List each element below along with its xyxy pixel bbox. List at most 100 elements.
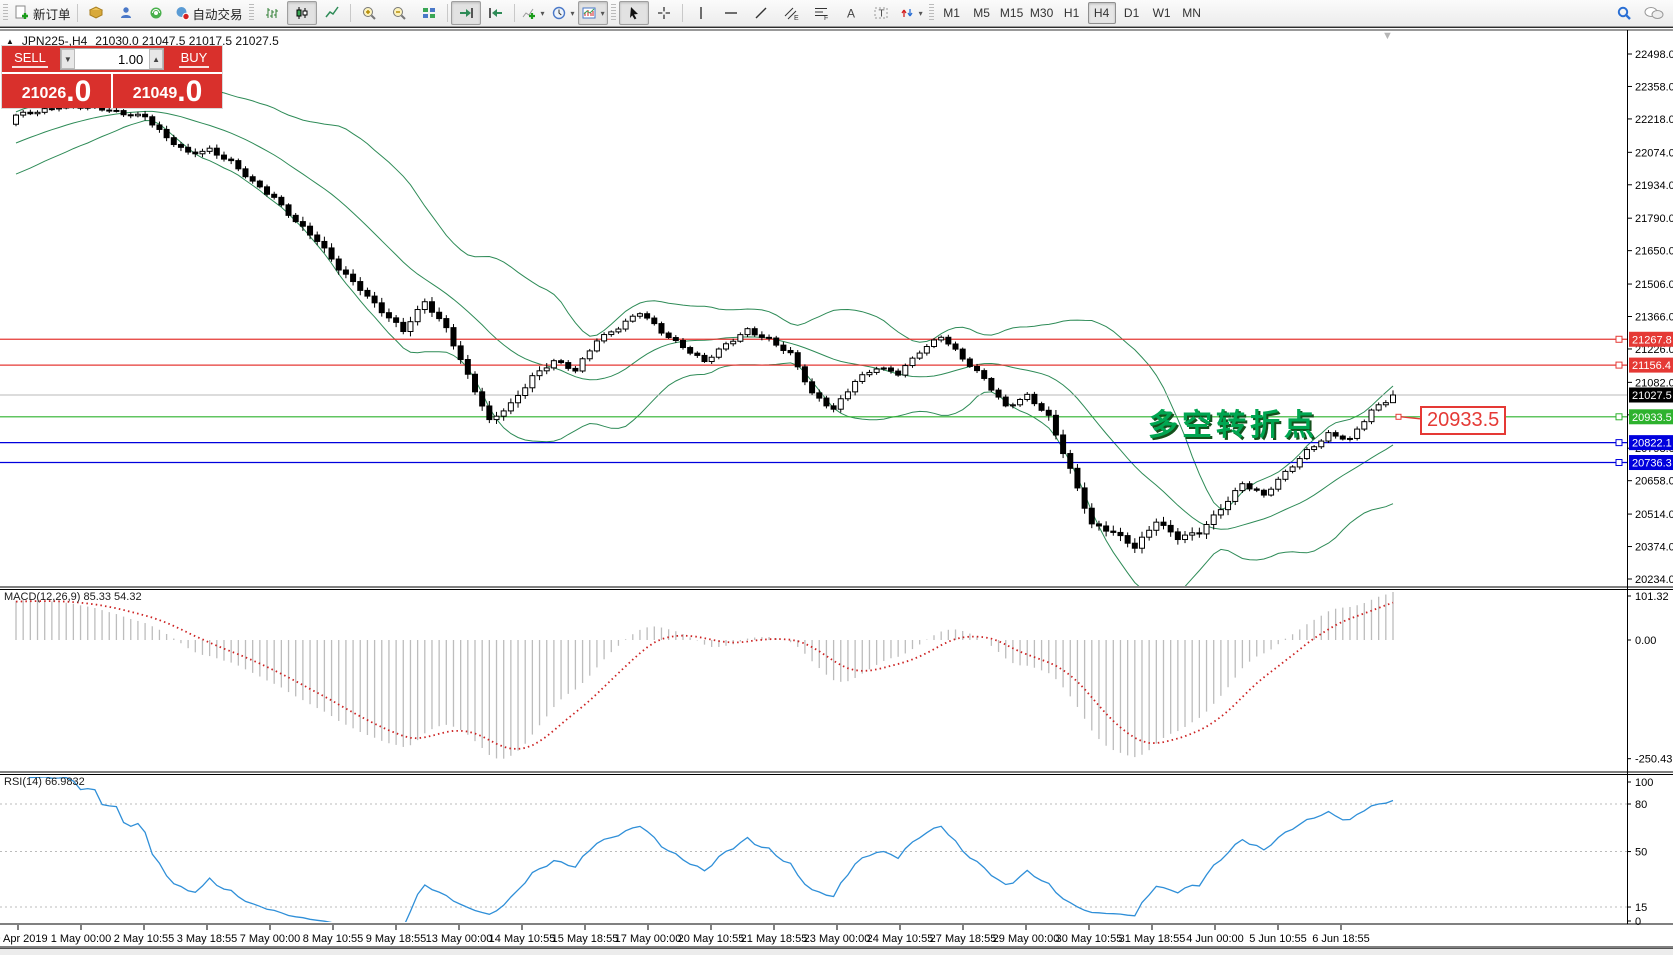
- text-label-icon: T: [874, 7, 888, 20]
- svg-text:-250.43: -250.43: [1635, 754, 1672, 766]
- text-label-button[interactable]: T: [866, 1, 896, 25]
- chart-shift-button[interactable]: [481, 1, 511, 25]
- timeframe-m5[interactable]: M5: [968, 2, 996, 24]
- templates-button[interactable]: ▾: [577, 1, 608, 25]
- price-annotation-box[interactable]: 20933.5: [1420, 406, 1507, 435]
- timeframe-w1[interactable]: W1: [1148, 2, 1176, 24]
- svg-text:20736.3: 20736.3: [1632, 458, 1672, 470]
- svg-text:20822.1: 20822.1: [1632, 438, 1672, 450]
- buy-price-panel[interactable]: 21049 .0: [113, 74, 222, 108]
- horizontal-line-button[interactable]: [716, 1, 746, 25]
- timeframe-m15[interactable]: M15: [998, 2, 1026, 24]
- timeframe-h1[interactable]: H1: [1058, 2, 1086, 24]
- svg-text:5 Jun 10:55: 5 Jun 10:55: [1249, 933, 1307, 945]
- svg-text:22218.0: 22218.0: [1635, 114, 1673, 126]
- chinese-annotation[interactable]: 多空转折点: [1148, 400, 1318, 444]
- svg-text:7 May 00:00: 7 May 00:00: [240, 933, 301, 945]
- buy-price-big-digit: .0: [177, 75, 203, 108]
- zoom-in-button[interactable]: [354, 1, 384, 25]
- svg-text:21934.0: 21934.0: [1635, 180, 1673, 192]
- svg-text:21506.0: 21506.0: [1635, 279, 1673, 291]
- crosshair-icon: [657, 7, 670, 19]
- autotrading-button[interactable]: 自动交易: [171, 1, 246, 25]
- svg-text:20 May 10:55: 20 May 10:55: [678, 933, 745, 945]
- svg-text:E: E: [794, 15, 799, 21]
- equidistant-channel-button[interactable]: E: [776, 1, 806, 25]
- chart-window: 22498.0 22358.0 22218.0 22074.0 21934.0 21790…: [0, 26, 1673, 955]
- svg-text:29 May 00:00: 29 May 00:00: [993, 933, 1060, 945]
- sell-price-big-digit: .0: [66, 75, 92, 108]
- zoom-in-icon: [362, 7, 376, 20]
- rsi-indicator-label: RSI(14) 66.9832: [4, 776, 85, 788]
- svg-text:1 May 00:00: 1 May 00:00: [51, 933, 112, 945]
- timeframe-h4[interactable]: H4: [1087, 2, 1116, 24]
- one-click-trade-panel: SELL ▼ ▲ BUY 21026 .0 21049 .0: [2, 46, 222, 108]
- svg-text:50: 50: [1635, 847, 1647, 859]
- svg-text:101.32: 101.32: [1635, 591, 1669, 603]
- indicators-button[interactable]: ▾: [518, 1, 548, 25]
- bar-chart-icon: [265, 8, 278, 18]
- trendline-button[interactable]: [746, 1, 776, 25]
- market-depth-button[interactable]: [81, 1, 111, 25]
- svg-text:21267.8: 21267.8: [1632, 334, 1672, 346]
- svg-text:24 May 10:55: 24 May 10:55: [867, 933, 934, 945]
- text-button[interactable]: A: [836, 1, 866, 25]
- new-order-icon: [15, 5, 28, 19]
- sell-price-panel[interactable]: 21026 .0: [2, 74, 113, 108]
- zoom-out-icon: [392, 7, 406, 20]
- timeframe-m30[interactable]: M30: [1028, 2, 1056, 24]
- timeframe-m1[interactable]: M1: [938, 2, 966, 24]
- svg-text:21650.0: 21650.0: [1635, 246, 1673, 258]
- svg-text:T: T: [878, 9, 884, 20]
- svg-text:20234.0: 20234.0: [1635, 574, 1673, 586]
- vertical-line-icon: [699, 7, 702, 19]
- buy-button[interactable]: BUY: [166, 46, 222, 72]
- volume-stepper: ▼ ▲: [60, 48, 164, 70]
- line-chart-button[interactable]: [317, 1, 347, 25]
- volume-input[interactable]: [74, 49, 150, 69]
- tile-windows-button[interactable]: [414, 1, 444, 25]
- fibonacci-button[interactable]: F: [806, 1, 836, 25]
- candlestick-icon: [296, 7, 308, 19]
- chart-canvas[interactable]: 22498.0 22358.0 22218.0 22074.0 21934.0 21790…: [0, 28, 1673, 954]
- zoom-out-button[interactable]: [384, 1, 414, 25]
- crosshair-button[interactable]: [649, 1, 679, 25]
- signals-button[interactable]: [141, 1, 171, 25]
- svg-text:31 May 18:55: 31 May 18:55: [1119, 933, 1186, 945]
- clock-icon: [552, 6, 565, 20]
- line-chart-icon: [324, 6, 339, 18]
- trendline-icon: [755, 7, 767, 19]
- svg-text:9 May 18:55: 9 May 18:55: [366, 933, 427, 945]
- fibonacci-icon: F: [814, 8, 828, 21]
- volume-up-button[interactable]: ▲: [149, 49, 163, 69]
- chevron-down-icon: ▾: [600, 8, 605, 18]
- timeframe-mn[interactable]: MN: [1178, 2, 1206, 24]
- auto-scroll-button[interactable]: [450, 1, 481, 25]
- periods-button[interactable]: ▾: [548, 1, 578, 25]
- autotrading-label: 自动交易: [192, 7, 243, 22]
- bar-chart-button[interactable]: [257, 1, 287, 25]
- macd-indicator-label: MACD(12,26,9) 85.33 54.32: [4, 591, 142, 603]
- search-icon[interactable]: [1616, 5, 1633, 22]
- svg-text:21366.0: 21366.0: [1635, 312, 1673, 324]
- svg-text:23 May 00:00: 23 May 00:00: [804, 933, 871, 945]
- cursor-button[interactable]: [618, 1, 649, 25]
- svg-text:0: 0: [1635, 916, 1641, 928]
- candlestick-chart-button[interactable]: [286, 1, 317, 25]
- svg-text:0.00: 0.00: [1635, 635, 1656, 647]
- new-order-label: 新订单: [33, 7, 71, 22]
- chat-icon[interactable]: [1643, 5, 1665, 21]
- sell-button[interactable]: SELL: [2, 46, 58, 72]
- vertical-line-button[interactable]: [686, 1, 716, 25]
- arrows-button[interactable]: ▾: [896, 1, 926, 25]
- timeframe-d1[interactable]: D1: [1118, 2, 1146, 24]
- indicators-icon: [522, 8, 535, 19]
- scroll-to-end-icon[interactable]: ▼: [1382, 30, 1393, 42]
- volume-down-button[interactable]: ▼: [61, 49, 75, 69]
- signal-icon: [150, 7, 162, 19]
- svg-text:4 Jun 00:00: 4 Jun 00:00: [1186, 933, 1244, 945]
- new-order-button[interactable]: 新订单: [11, 1, 74, 25]
- svg-text:15: 15: [1635, 902, 1647, 914]
- profile-button[interactable]: [111, 1, 141, 25]
- main-toolbar: 新订单 自动交易 ▾ ▾ ▾ E F A T ▾ M1 M5 M15 M30 H…: [0, 0, 1673, 27]
